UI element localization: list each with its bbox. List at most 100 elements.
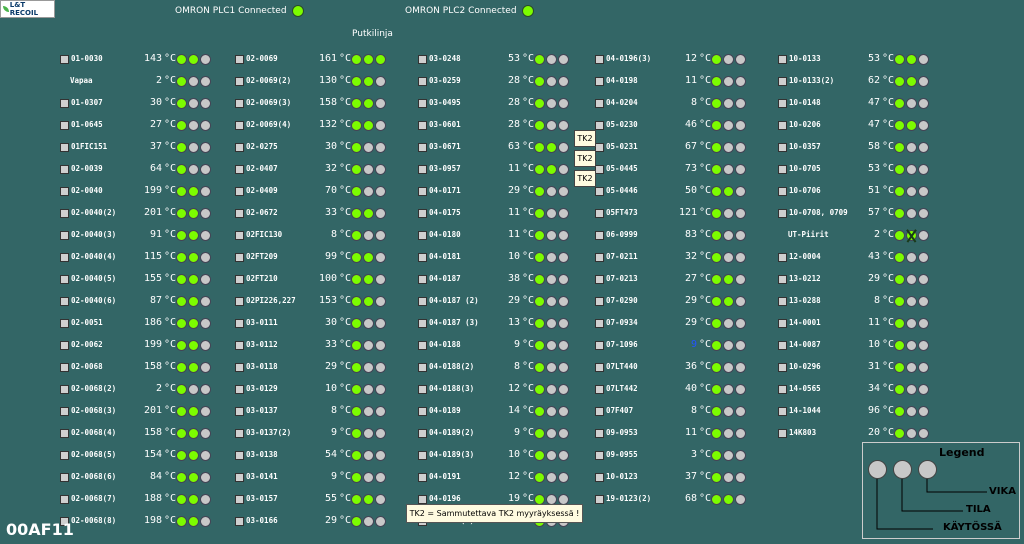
trend-checkbox-icon[interactable] — [595, 473, 604, 482]
trend-checkbox-icon[interactable] — [778, 407, 787, 416]
trend-checkbox-icon[interactable] — [595, 363, 604, 372]
trend-checkbox-icon[interactable] — [60, 341, 69, 350]
trend-checkbox-icon[interactable] — [778, 99, 787, 108]
trend-checkbox-icon[interactable] — [235, 55, 244, 64]
tk2-badge[interactable]: TK2 — [574, 130, 596, 147]
trend-checkbox-icon[interactable] — [60, 363, 69, 372]
trend-checkbox-icon[interactable] — [595, 99, 604, 108]
trend-checkbox-icon[interactable] — [60, 473, 69, 482]
trend-checkbox-icon[interactable] — [418, 121, 427, 130]
trend-checkbox-icon[interactable] — [60, 55, 69, 64]
trend-checkbox-icon[interactable] — [235, 231, 244, 240]
trend-checkbox-icon[interactable] — [595, 275, 604, 284]
trend-checkbox-icon[interactable] — [418, 55, 427, 64]
trend-checkbox-icon[interactable] — [60, 99, 69, 108]
trend-checkbox-icon[interactable] — [60, 319, 69, 328]
trend-checkbox-icon[interactable] — [235, 275, 244, 284]
trend-checkbox-icon[interactable] — [418, 275, 427, 284]
trend-checkbox-icon[interactable] — [418, 231, 427, 240]
trend-checkbox-icon[interactable] — [418, 385, 427, 394]
trend-checkbox-icon[interactable] — [595, 77, 604, 86]
tk2-badge[interactable]: TK2 — [574, 170, 596, 187]
trend-checkbox-icon[interactable] — [595, 209, 604, 218]
trend-checkbox-icon[interactable] — [418, 363, 427, 372]
trend-checkbox-icon[interactable] — [418, 209, 427, 218]
trend-checkbox-icon[interactable] — [418, 187, 427, 196]
trend-checkbox-icon[interactable] — [60, 253, 69, 262]
trend-checkbox-icon[interactable] — [60, 143, 69, 152]
trend-checkbox-icon[interactable] — [778, 275, 787, 284]
trend-checkbox-icon[interactable] — [418, 319, 427, 328]
trend-checkbox-icon[interactable] — [595, 385, 604, 394]
trend-checkbox-icon[interactable] — [778, 121, 787, 130]
trend-checkbox-icon[interactable] — [235, 253, 244, 262]
trend-checkbox-icon[interactable] — [595, 231, 604, 240]
trend-checkbox-icon[interactable] — [235, 165, 244, 174]
trend-checkbox-icon[interactable] — [235, 143, 244, 152]
trend-checkbox-icon[interactable] — [418, 253, 427, 262]
trend-checkbox-icon[interactable] — [235, 187, 244, 196]
trend-checkbox-icon[interactable] — [235, 121, 244, 130]
trend-checkbox-icon[interactable] — [778, 363, 787, 372]
trend-checkbox-icon[interactable] — [595, 143, 604, 152]
trend-checkbox-icon[interactable] — [235, 429, 244, 438]
trend-checkbox-icon[interactable] — [778, 385, 787, 394]
trend-checkbox-icon[interactable] — [235, 363, 244, 372]
trend-checkbox-icon[interactable] — [60, 297, 69, 306]
trend-checkbox-icon[interactable] — [595, 319, 604, 328]
trend-checkbox-icon[interactable] — [418, 99, 427, 108]
trend-checkbox-icon[interactable] — [60, 451, 69, 460]
tk2-badge[interactable]: TK2 — [574, 150, 596, 167]
trend-checkbox-icon[interactable] — [235, 451, 244, 460]
trend-checkbox-icon[interactable] — [778, 55, 787, 64]
trend-checkbox-icon[interactable] — [235, 495, 244, 504]
trend-checkbox-icon[interactable] — [60, 429, 69, 438]
trend-checkbox-icon[interactable] — [60, 407, 69, 416]
trend-checkbox-icon[interactable] — [778, 143, 787, 152]
trend-checkbox-icon[interactable] — [778, 209, 787, 218]
trend-checkbox-icon[interactable] — [778, 253, 787, 262]
trend-checkbox-icon[interactable] — [418, 143, 427, 152]
trend-checkbox-icon[interactable] — [418, 297, 427, 306]
trend-checkbox-icon[interactable] — [595, 165, 604, 174]
trend-checkbox-icon[interactable] — [235, 341, 244, 350]
trend-checkbox-icon[interactable] — [595, 429, 604, 438]
trend-checkbox-icon[interactable] — [595, 297, 604, 306]
trend-checkbox-icon[interactable] — [595, 121, 604, 130]
trend-checkbox-icon[interactable] — [778, 319, 787, 328]
trend-checkbox-icon[interactable] — [595, 341, 604, 350]
trend-checkbox-icon[interactable] — [595, 187, 604, 196]
trend-checkbox-icon[interactable] — [60, 209, 69, 218]
trend-checkbox-icon[interactable] — [60, 187, 69, 196]
trend-checkbox-icon[interactable] — [595, 253, 604, 262]
trend-checkbox-icon[interactable] — [235, 407, 244, 416]
trend-checkbox-icon[interactable] — [595, 451, 604, 460]
trend-checkbox-icon[interactable] — [595, 55, 604, 64]
trend-checkbox-icon[interactable] — [235, 209, 244, 218]
trend-checkbox-icon[interactable] — [235, 319, 244, 328]
trend-checkbox-icon[interactable] — [778, 429, 787, 438]
trend-checkbox-icon[interactable] — [778, 77, 787, 86]
trend-checkbox-icon[interactable] — [778, 341, 787, 350]
trend-checkbox-icon[interactable] — [60, 121, 69, 130]
trend-checkbox-icon[interactable] — [418, 429, 427, 438]
trend-checkbox-icon[interactable] — [778, 165, 787, 174]
trend-checkbox-icon[interactable] — [235, 385, 244, 394]
trend-checkbox-icon[interactable] — [418, 495, 427, 504]
trend-checkbox-icon[interactable] — [60, 231, 69, 240]
trend-checkbox-icon[interactable] — [60, 165, 69, 174]
trend-checkbox-icon[interactable] — [60, 385, 69, 394]
trend-checkbox-icon[interactable] — [778, 297, 787, 306]
trend-checkbox-icon[interactable] — [418, 451, 427, 460]
trend-checkbox-icon[interactable] — [235, 99, 244, 108]
trend-checkbox-icon[interactable] — [235, 517, 244, 526]
trend-checkbox-icon[interactable] — [60, 495, 69, 504]
trend-checkbox-icon[interactable] — [235, 297, 244, 306]
trend-checkbox-icon[interactable] — [595, 495, 604, 504]
trend-checkbox-icon[interactable] — [235, 473, 244, 482]
trend-checkbox-icon[interactable] — [60, 275, 69, 284]
trend-checkbox-icon[interactable] — [418, 77, 427, 86]
trend-checkbox-icon[interactable] — [418, 341, 427, 350]
trend-checkbox-icon[interactable] — [235, 77, 244, 86]
trend-checkbox-icon[interactable] — [418, 407, 427, 416]
